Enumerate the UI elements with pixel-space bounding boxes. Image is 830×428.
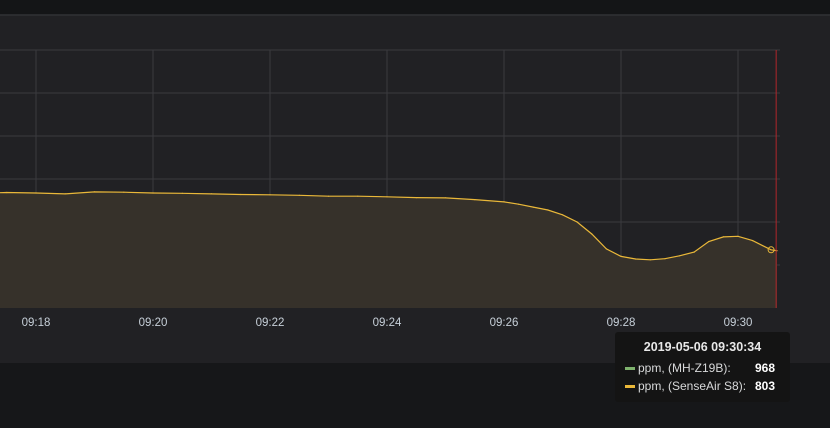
data-point [708,240,710,243]
data-point [620,255,622,257]
data-point [181,192,183,194]
data-point [357,195,359,197]
data-point [605,248,608,250]
series-layer [0,191,778,308]
data-point [64,193,66,195]
data-point [6,191,8,194]
x-tick-label: 09:28 [607,317,636,329]
x-tick-label: 09:22 [256,317,285,329]
data-point [649,259,651,261]
x-tick-label: 09:26 [490,317,519,329]
tooltip-series-name: ppm, (SenseAir S8): [638,379,747,393]
x-axis: 09:18 09:20 09:22 09:24 09:26 09:28 09:30 [22,317,753,329]
data-point [752,240,754,242]
data-point [152,192,154,194]
data-point [444,197,447,199]
data-point [93,191,96,193]
data-point [210,193,213,195]
data-point [664,258,666,260]
series-color-swatch [625,385,635,388]
data-point [532,206,534,208]
data-point [503,201,505,203]
data-point [547,209,549,211]
data-point [737,235,739,237]
data-point [298,194,300,196]
data-point [770,249,772,251]
data-point [35,192,37,194]
co2-graph[interactable]: 09:18 09:20 09:22 09:24 09:26 09:28 09:30 [0,0,830,363]
data-point [722,236,725,238]
tooltip-row-senseair: ppm, (SenseAir S8): 803 [625,379,785,395]
series-area-senseair [0,191,777,308]
x-tick-label: 09:30 [724,317,753,329]
data-point [576,221,578,223]
data-point [123,191,125,193]
data-point [591,233,593,235]
series-color-swatch [625,367,635,370]
data-point [678,255,681,257]
tooltip-series-name: ppm, (MH-Z19B): [638,361,731,375]
data-point [693,251,695,253]
x-tick-label: 09:20 [139,317,168,329]
tooltip-row-mhz19b: ppm, (MH-Z19B): 968 [625,361,785,377]
data-point [561,214,564,216]
tooltip-series-value: 803 [754,379,775,393]
data-point [240,193,242,196]
tooltip-timestamp: 2019-05-06 09:30:34 [643,340,762,354]
tooltip-series-value: 968 [754,361,775,375]
x-tick-label: 09:18 [22,317,51,329]
data-point [386,196,388,198]
hover-tooltip: 2019-05-06 09:30:34 ppm, (MH-Z19B): 968 … [615,332,790,402]
data-point [635,258,637,260]
data-point [518,203,520,205]
data-point [327,195,330,197]
data-point [415,197,417,199]
data-point [269,194,271,196]
data-point [474,199,476,201]
x-tick-label: 09:24 [373,317,402,329]
